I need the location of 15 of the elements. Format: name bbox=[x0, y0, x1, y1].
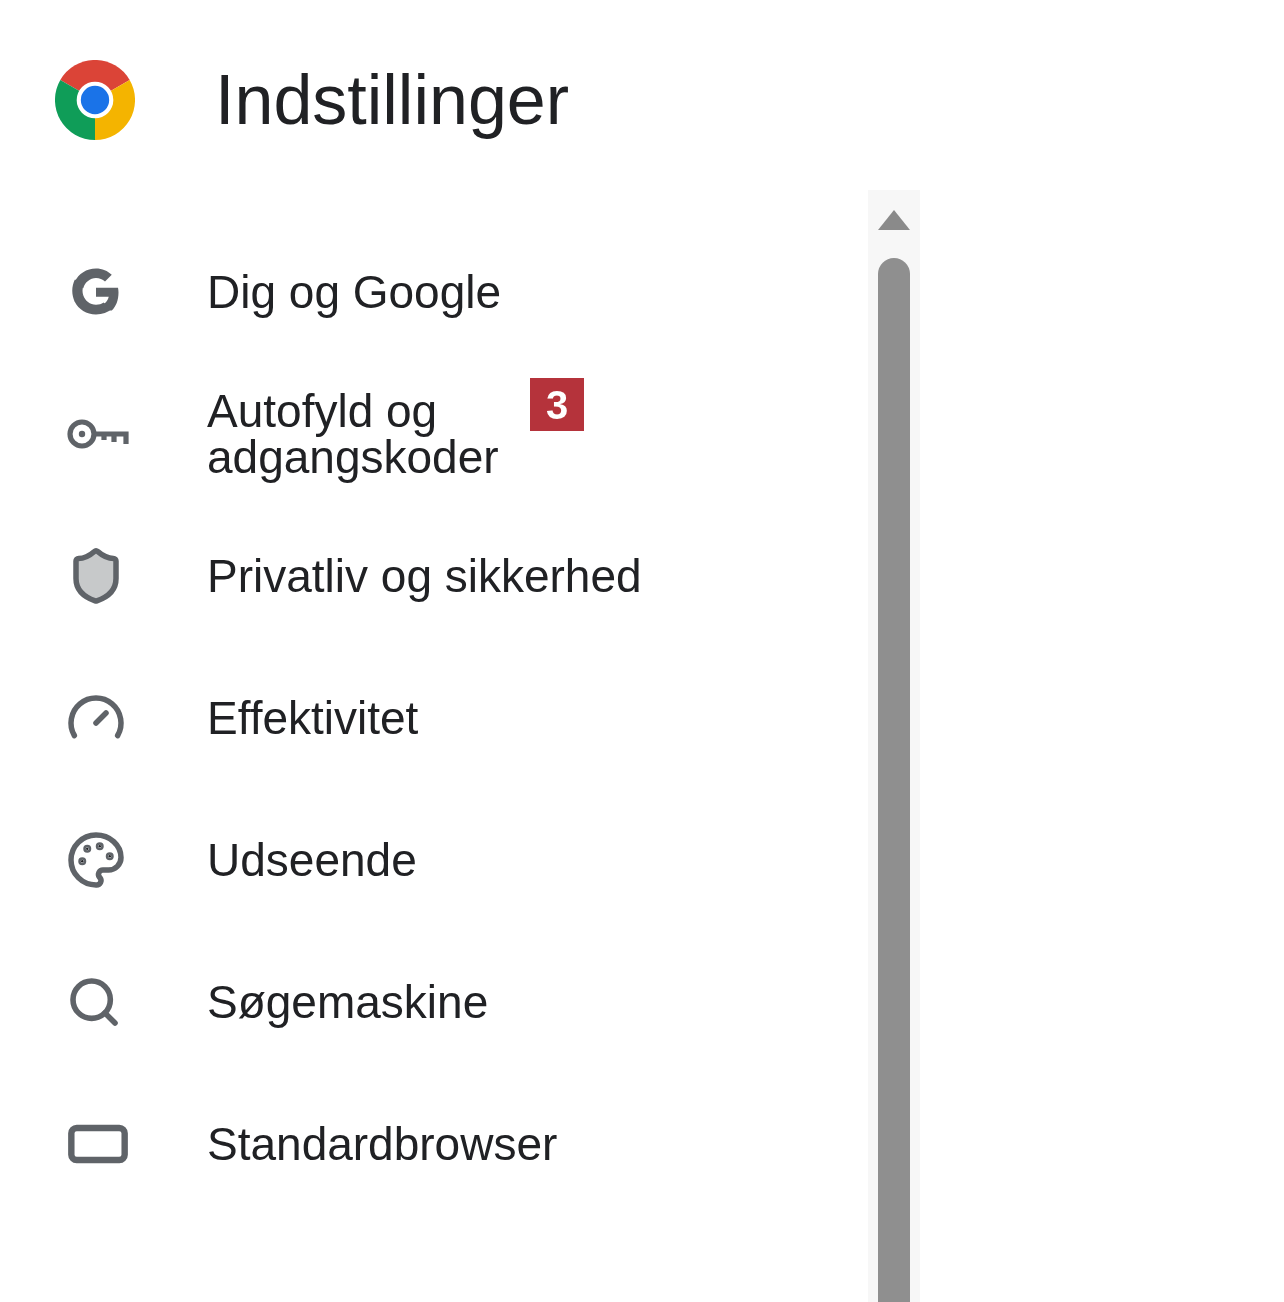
menu-label: Standardbrowser bbox=[207, 1121, 558, 1167]
scrollbar[interactable] bbox=[868, 190, 920, 1302]
menu-label: Effektivitet bbox=[207, 695, 419, 741]
menu-label: Udseende bbox=[207, 837, 417, 883]
menu-item[interactable]: Autofyld og adgangskoder 3 bbox=[0, 363, 868, 505]
menu-item[interactable]: Udseende bbox=[0, 789, 868, 931]
menu-item[interactable]: Standardbrowser bbox=[0, 1073, 868, 1215]
palette-icon bbox=[66, 830, 126, 890]
menu-item[interactable]: Effektivitet bbox=[0, 647, 868, 789]
menu-item[interactable]: Søgemaskine bbox=[0, 931, 868, 1073]
scroll-up-arrow-icon[interactable] bbox=[876, 208, 912, 232]
menu-item[interactable]: Dig og Google bbox=[0, 221, 868, 363]
menu-item[interactable]: Privatliv og sikkerhed bbox=[0, 505, 868, 647]
scrollbar-thumb[interactable] bbox=[878, 258, 910, 1302]
callout-badge: 3 bbox=[530, 378, 584, 431]
